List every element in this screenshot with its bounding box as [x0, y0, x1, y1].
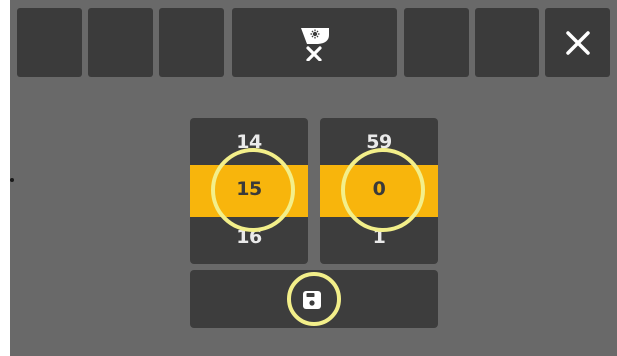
close-icon [565, 30, 590, 55]
hour-next-value[interactable]: 16 [190, 226, 308, 248]
toolbar-slot-5[interactable] [404, 8, 469, 77]
toolbar-slot-3[interactable] [159, 8, 224, 77]
edge-marker [10, 178, 14, 182]
save-button[interactable] [190, 270, 438, 328]
save-icon [303, 291, 321, 309]
wiper-off-icon [300, 27, 329, 61]
toolbar-slot-1[interactable] [17, 8, 82, 77]
minute-picker[interactable]: 59 0 1 [320, 118, 438, 264]
hour-prev-value[interactable]: 14 [190, 131, 308, 153]
timer-screen: 14 15 16 59 0 1 [10, 0, 617, 356]
close-button[interactable] [545, 8, 610, 77]
toolbar-slot-6[interactable] [475, 8, 539, 77]
wiper-off-button[interactable] [232, 8, 397, 77]
minute-current-value[interactable]: 0 [320, 178, 438, 200]
hour-picker[interactable]: 14 15 16 [190, 118, 308, 264]
hour-current-value[interactable]: 15 [190, 178, 308, 200]
minute-next-value[interactable]: 1 [320, 226, 438, 248]
toolbar-slot-2[interactable] [88, 8, 153, 77]
minute-prev-value[interactable]: 59 [320, 131, 438, 153]
